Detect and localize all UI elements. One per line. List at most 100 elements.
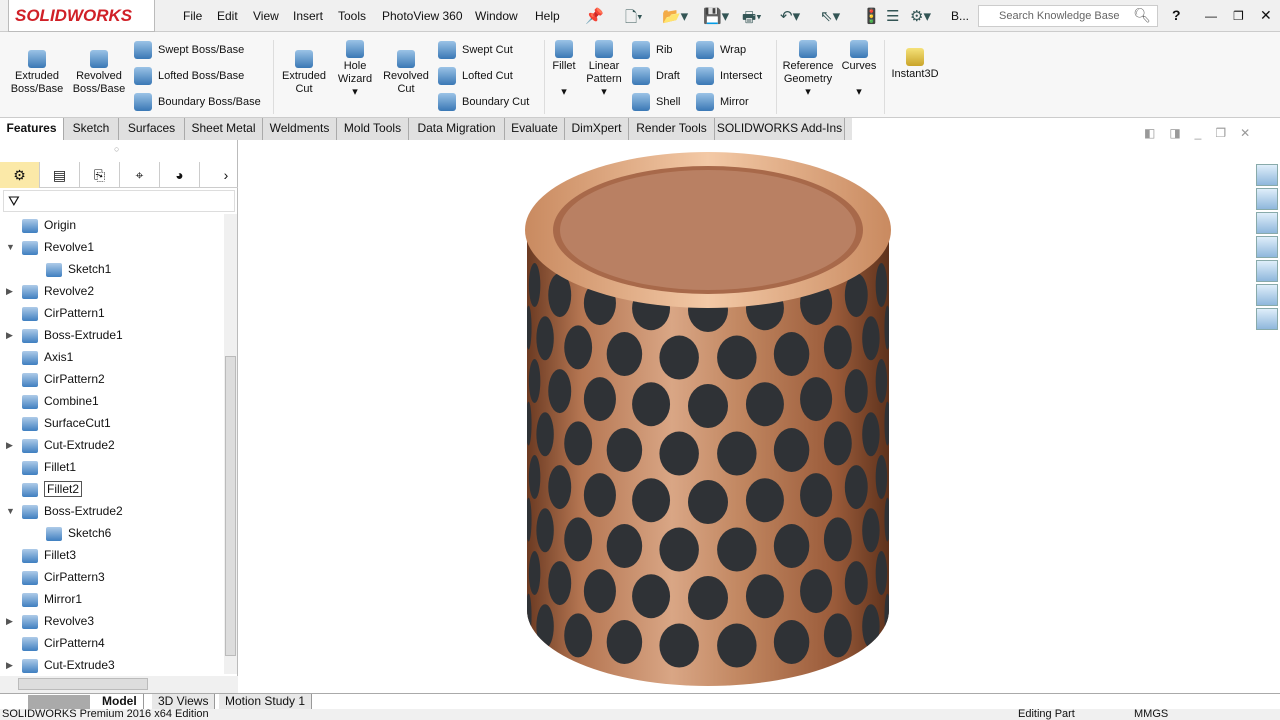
tree-item[interactable]: SurfaceCut1 [22,412,111,434]
tree-item[interactable]: Sketch6 [46,522,111,544]
tab-weldments[interactable]: Weldments [263,118,337,140]
filter-icon[interactable]: ⛛ [3,190,235,212]
solidworks-logo[interactable]: SOLIDWORKS [8,0,155,32]
draft-button[interactable]: Draft [632,66,680,86]
scrollbar-thumb[interactable] [18,678,148,690]
tree-item[interactable]: ▶ Revolve3 [6,610,94,632]
boundary-boss-button[interactable]: Boundary Boss/Base [134,92,261,112]
tree-item[interactable]: CirPattern2 [22,368,105,390]
tree-item[interactable]: Fillet2 [22,478,83,500]
menu-tools[interactable]: Tools [338,9,366,23]
expand-arrow-icon[interactable]: ▶ [6,434,16,456]
tree-item[interactable]: Combine1 [22,390,99,412]
new-document-icon[interactable]: 🗋▾ [625,7,643,32]
tab-render-tools[interactable]: Render Tools [629,118,715,140]
fillet-button[interactable]: Fillet ▾ [548,40,580,99]
tree-item[interactable]: ▶ Revolve2 [6,280,94,302]
file-explorer-icon[interactable] [1256,212,1278,234]
search-knowledge-base-input[interactable]: Search Knowledge Base 🔍︎ [978,5,1158,27]
instant3d-button[interactable]: Instant3D [888,48,942,81]
swept-cut-button[interactable]: Swept Cut [438,40,513,60]
tree-item[interactable]: Origin [22,214,76,236]
tree-vertical-scrollbar[interactable] [224,214,237,674]
tab-surfaces[interactable]: Surfaces [119,118,185,140]
tree-item[interactable]: Sketch1 [46,258,111,280]
file-properties-icon[interactable]: ☰ [886,7,899,25]
menu-edit[interactable]: Edit [217,9,238,23]
tree-item[interactable]: Mirror1 [22,588,82,610]
tab-sheet-metal[interactable]: Sheet Metal [185,118,263,140]
custom-properties-icon[interactable] [1256,284,1278,306]
tree-item[interactable]: ▶ Cut-Extrude3 [6,654,115,676]
menu-file[interactable]: File [183,9,202,23]
tab-mold-tools[interactable]: Mold Tools [337,118,409,140]
expand-arrow-icon[interactable]: ▶ [6,280,16,302]
tree-item[interactable]: CirPattern1 [22,302,105,324]
shell-button[interactable]: Shell [632,92,680,112]
tree-item[interactable]: Fillet1 [22,456,76,478]
restore-button[interactable]: ❐ [1233,9,1244,23]
select-icon[interactable]: ⇖▾ [820,7,840,25]
tree-item[interactable]: Fillet3 [22,544,76,566]
open-icon[interactable]: 📂▾ [662,7,688,25]
chevron-right-icon[interactable]: › [214,162,238,188]
scrollbar-thumb[interactable] [225,356,236,656]
linear-pattern-button[interactable]: Linear Pattern ▾ [584,40,624,99]
reference-geometry-button[interactable]: Reference Geometry ▾ [780,40,836,99]
boundary-cut-button[interactable]: Boundary Cut [438,92,529,112]
save-icon[interactable]: 💾▾ [703,7,729,25]
view-palette-icon[interactable] [1256,236,1278,258]
hole-wizard-button[interactable]: Hole Wizard ▾ [332,40,378,99]
forum-icon[interactable] [1256,308,1278,330]
tab-dimxpert[interactable]: DimXpert [565,118,629,140]
menu-help[interactable]: Help [535,9,560,23]
tab-motion-study-1[interactable]: Motion Study 1 [219,694,313,710]
tree-horizontal-scrollbar[interactable] [0,676,238,693]
pin-icon[interactable]: 📌 [585,7,604,25]
menu-window[interactable]: Window [475,9,518,23]
tree-item[interactable]: CirPattern3 [22,566,105,588]
appearances-icon[interactable] [1256,260,1278,282]
extruded-boss-button[interactable]: Extruded Boss/Base [8,50,66,96]
minimize-button[interactable]: — [1205,9,1217,23]
search-icon[interactable]: 🔍︎ [1133,7,1151,24]
extruded-cut-button[interactable]: Extruded Cut [278,50,330,96]
curves-button[interactable]: Curves ▾ [840,40,878,99]
more-button[interactable]: B... [951,9,969,23]
lofted-boss-button[interactable]: Lofted Boss/Base [134,66,244,86]
document-window-controls[interactable]: ◧◨_❐✕ [1144,126,1264,140]
home-icon[interactable] [1256,164,1278,186]
menu-insert[interactable]: Insert [293,9,323,23]
dimxpert-manager-tab-icon[interactable]: ⌖ [120,162,160,188]
tab-scroll-arrows[interactable] [28,695,90,709]
tree-item[interactable]: ▼ Revolve1 [6,236,94,258]
tab-evaluate[interactable]: Evaluate [505,118,565,140]
display-manager-tab-icon[interactable]: ◕ [160,162,200,188]
revolved-boss-button[interactable]: Revolved Boss/Base [70,50,128,96]
panel-grip[interactable]: ○ [114,144,119,154]
tree-item[interactable]: CirPattern4 [22,632,105,654]
tree-item[interactable]: ▶ Boss-Extrude1 [6,324,123,346]
menu-photoview[interactable]: PhotoView 360 [382,9,463,23]
rebuild-icon[interactable]: 🚦 [862,7,881,25]
design-library-icon[interactable] [1256,188,1278,210]
options-gear-icon[interactable]: ⚙▾ [910,7,931,25]
print-icon[interactable]: 🖶▾ [742,7,762,32]
expand-arrow-icon[interactable]: ▶ [6,324,16,346]
close-button[interactable]: ✕ [1260,7,1272,24]
revolved-cut-button[interactable]: Revolved Cut [380,50,432,96]
lofted-cut-button[interactable]: Lofted Cut [438,66,513,86]
property-manager-tab-icon[interactable]: ▤ [40,162,80,188]
tree-item[interactable]: Axis1 [22,346,73,368]
tab-data-migration[interactable]: Data Migration [409,118,505,140]
expand-arrow-icon[interactable]: ▶ [6,610,16,632]
tree-item[interactable]: ▼ Boss-Extrude2 [6,500,123,522]
collapse-arrow-icon[interactable]: ▼ [6,236,16,258]
tab-solidworks-add-ins[interactable]: SOLIDWORKS Add-Ins [715,118,845,140]
help-button[interactable]: ? [1172,7,1181,23]
tab-features[interactable]: Features [0,118,64,140]
tab-sketch[interactable]: Sketch [64,118,119,140]
status-units[interactable]: MMGS [1134,709,1168,720]
expand-arrow-icon[interactable]: ▶ [6,654,16,676]
wrap-button[interactable]: Wrap [696,40,746,60]
